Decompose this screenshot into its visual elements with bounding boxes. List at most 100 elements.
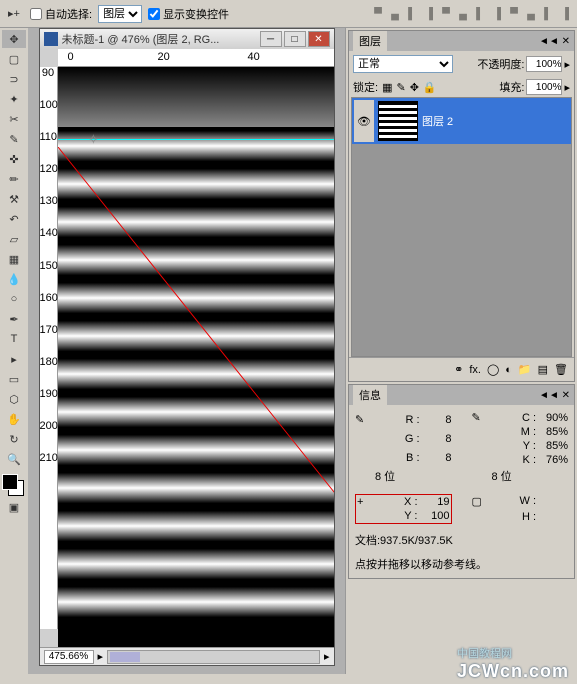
trash-icon[interactable]: 🗑 — [554, 363, 568, 376]
panel-menu-icon[interactable]: ◄◄ ✕ — [539, 390, 570, 401]
maximize-button[interactable]: □ — [284, 31, 306, 47]
auto-select-label: 自动选择: — [45, 6, 92, 22]
opacity-input[interactable] — [526, 56, 562, 72]
info-panel: 信息 ◄◄ ✕ ✎R :8 G :8 B :8 ✎C :90% M :85% Y… — [348, 384, 575, 579]
show-transform-label: 显示变换控件 — [163, 6, 229, 22]
new-layer-icon[interactable]: ▤ — [538, 363, 548, 376]
auto-select-dropdown[interactable]: 图层 — [98, 5, 142, 23]
move-tool[interactable]: ✥ — [2, 30, 26, 48]
shape-tool[interactable]: ▭ — [2, 370, 26, 388]
canvas-wrap: 0 20 40 90 100 110 120 130 140 150 160 1… — [40, 49, 334, 647]
info-tab[interactable]: 信息 — [353, 385, 387, 405]
fg-color[interactable] — [2, 474, 18, 490]
quickmask-tool[interactable]: ▣ — [2, 498, 26, 516]
doc-title: 未标题-1 @ 476% (图层 2, RG... — [62, 31, 256, 47]
auto-select-checkbox[interactable]: 自动选择: — [30, 6, 92, 22]
adjust-icon[interactable]: ◐ — [505, 364, 512, 376]
lock-transparent-icon[interactable]: ▦ — [382, 81, 392, 94]
status-bar: ▸ ▸ — [40, 647, 334, 665]
doc-size: 文档:937.5K/937.5K — [355, 532, 568, 548]
align-icon: ▐ — [421, 6, 437, 22]
scroll-right-icon[interactable]: ▸ — [324, 650, 330, 663]
ruler-horizontal[interactable]: 0 20 40 — [58, 49, 334, 67]
canvas[interactable]: ✧ — [58, 67, 334, 647]
layers-tab[interactable]: 图层 — [353, 31, 387, 51]
visibility-toggle[interactable]: 👁 — [354, 100, 374, 142]
zoom-tool[interactable]: 🔍 — [2, 450, 26, 468]
lock-all-icon[interactable]: 🔒 — [423, 81, 437, 94]
align-icon: ▀ — [438, 6, 454, 22]
opacity-label: 不透明度: — [477, 56, 524, 72]
gradient-tool[interactable]: ▦ — [2, 250, 26, 268]
bit-depth2: 8 位 — [472, 468, 569, 484]
opacity-arrow-icon[interactable]: ▸ — [564, 58, 570, 71]
hand-tool[interactable]: ✋ — [2, 410, 26, 428]
layer-row[interactable]: 👁 图层 2 — [352, 98, 571, 144]
close-button[interactable]: ✕ — [308, 31, 330, 47]
blur-tool[interactable]: 💧 — [2, 270, 26, 288]
eyedropper-tool[interactable]: ✎ — [2, 130, 26, 148]
ps-icon — [44, 32, 58, 46]
path-tool[interactable]: ▸ — [2, 350, 26, 368]
align-icon: ▄ — [523, 6, 539, 22]
type-tool[interactable]: T — [2, 330, 26, 348]
xy-readout: +X :19 Y :100 — [355, 494, 452, 524]
info-icon[interactable]: ▸ — [98, 650, 104, 663]
info-panel-header[interactable]: 信息 ◄◄ ✕ — [349, 385, 574, 405]
healing-tool[interactable]: ✜ — [2, 150, 26, 168]
layers-footer: ⚭ fx. ◯ ◐ 📁 ▤ 🗑 — [349, 357, 574, 381]
stamp-tool[interactable]: ⚒ — [2, 190, 26, 208]
dimensions-icon: ▢ — [472, 495, 492, 508]
show-transform-checkbox[interactable]: 显示变换控件 — [148, 6, 229, 22]
cmyk-readout: ✎C :90% M :85% Y :85% K :76% — [472, 411, 569, 466]
title-bar[interactable]: 未标题-1 @ 476% (图层 2, RG... ─ □ ✕ — [40, 29, 334, 49]
info-hint: 点按并拖移以移动参考线。 — [355, 556, 568, 572]
options-bar: ▸+ 自动选择: 图层 显示变换控件 ▀▄ ▌▐ ▀▄ ▌▐ ▀▄ ▌▐ — [0, 0, 577, 28]
layer-list[interactable]: 👁 图层 2 — [351, 97, 572, 357]
align-icon: ▀ — [506, 6, 522, 22]
align-icon: ▄ — [455, 6, 471, 22]
mask-icon[interactable]: ◯ — [487, 363, 499, 376]
wh-readout: ▢W : H : — [472, 494, 569, 524]
align-icon: ▌ — [404, 6, 420, 22]
lock-position-icon[interactable]: ✥ — [410, 81, 419, 94]
minimize-button[interactable]: ─ — [260, 31, 282, 47]
eraser-tool[interactable]: ▱ — [2, 230, 26, 248]
brush-tool[interactable]: ✏ — [2, 170, 26, 188]
3d-tool[interactable]: ⬡ — [2, 390, 26, 408]
align-icon: ▌ — [472, 6, 488, 22]
lock-pixels-icon[interactable]: ✎ — [396, 81, 405, 94]
rotate-tool[interactable]: ↻ — [2, 430, 26, 448]
marquee-tool[interactable]: ▢ — [2, 50, 26, 68]
crop-tool[interactable]: ✂ — [2, 110, 26, 128]
link-icon[interactable]: ⚭ — [454, 363, 463, 376]
dodge-tool[interactable]: ○ — [2, 290, 26, 308]
folder-icon[interactable]: 📁 — [518, 363, 532, 376]
blend-mode-dropdown[interactable]: 正常 — [353, 55, 453, 73]
ruler-vertical[interactable]: 90 100 110 120 130 140 150 160 170 180 1… — [40, 67, 58, 629]
fill-arrow-icon[interactable]: ▸ — [564, 81, 570, 94]
fill-input[interactable] — [526, 79, 562, 95]
fx-icon[interactable]: fx. — [469, 364, 481, 376]
layer-name[interactable]: 图层 2 — [422, 113, 453, 129]
align-icon: ▀ — [370, 6, 386, 22]
color-swatches[interactable] — [2, 474, 24, 496]
move-cursor-icon: ✧ — [88, 131, 100, 148]
wand-tool[interactable]: ✦ — [2, 90, 26, 108]
panels-column: 图层 ◄◄ ✕ 正常 不透明度: ▸ 锁定: ▦ ✎ ✥ 🔒 — [345, 28, 577, 674]
history-brush-tool[interactable]: ↶ — [2, 210, 26, 228]
layers-panel: 图层 ◄◄ ✕ 正常 不透明度: ▸ 锁定: ▦ ✎ ✥ 🔒 — [348, 30, 575, 382]
pen-tool[interactable]: ✒ — [2, 310, 26, 328]
panel-menu-icon[interactable]: ◄◄ ✕ — [539, 36, 570, 47]
layers-panel-header[interactable]: 图层 ◄◄ ✕ — [349, 31, 574, 51]
lasso-tool[interactable]: ⊃ — [2, 70, 26, 88]
scroll-horizontal[interactable] — [107, 650, 320, 664]
eyedropper-icon: ✎ — [355, 413, 375, 426]
eyedropper-icon: ✎ — [472, 411, 492, 424]
zoom-input[interactable] — [44, 650, 94, 664]
align-icon: ▌ — [540, 6, 556, 22]
layer-thumbnail[interactable] — [378, 101, 418, 141]
move-tool-indicator: ▸+ — [4, 5, 24, 23]
align-buttons: ▀▄ ▌▐ ▀▄ ▌▐ ▀▄ ▌▐ — [370, 6, 573, 22]
crosshair-icon: + — [357, 496, 377, 508]
